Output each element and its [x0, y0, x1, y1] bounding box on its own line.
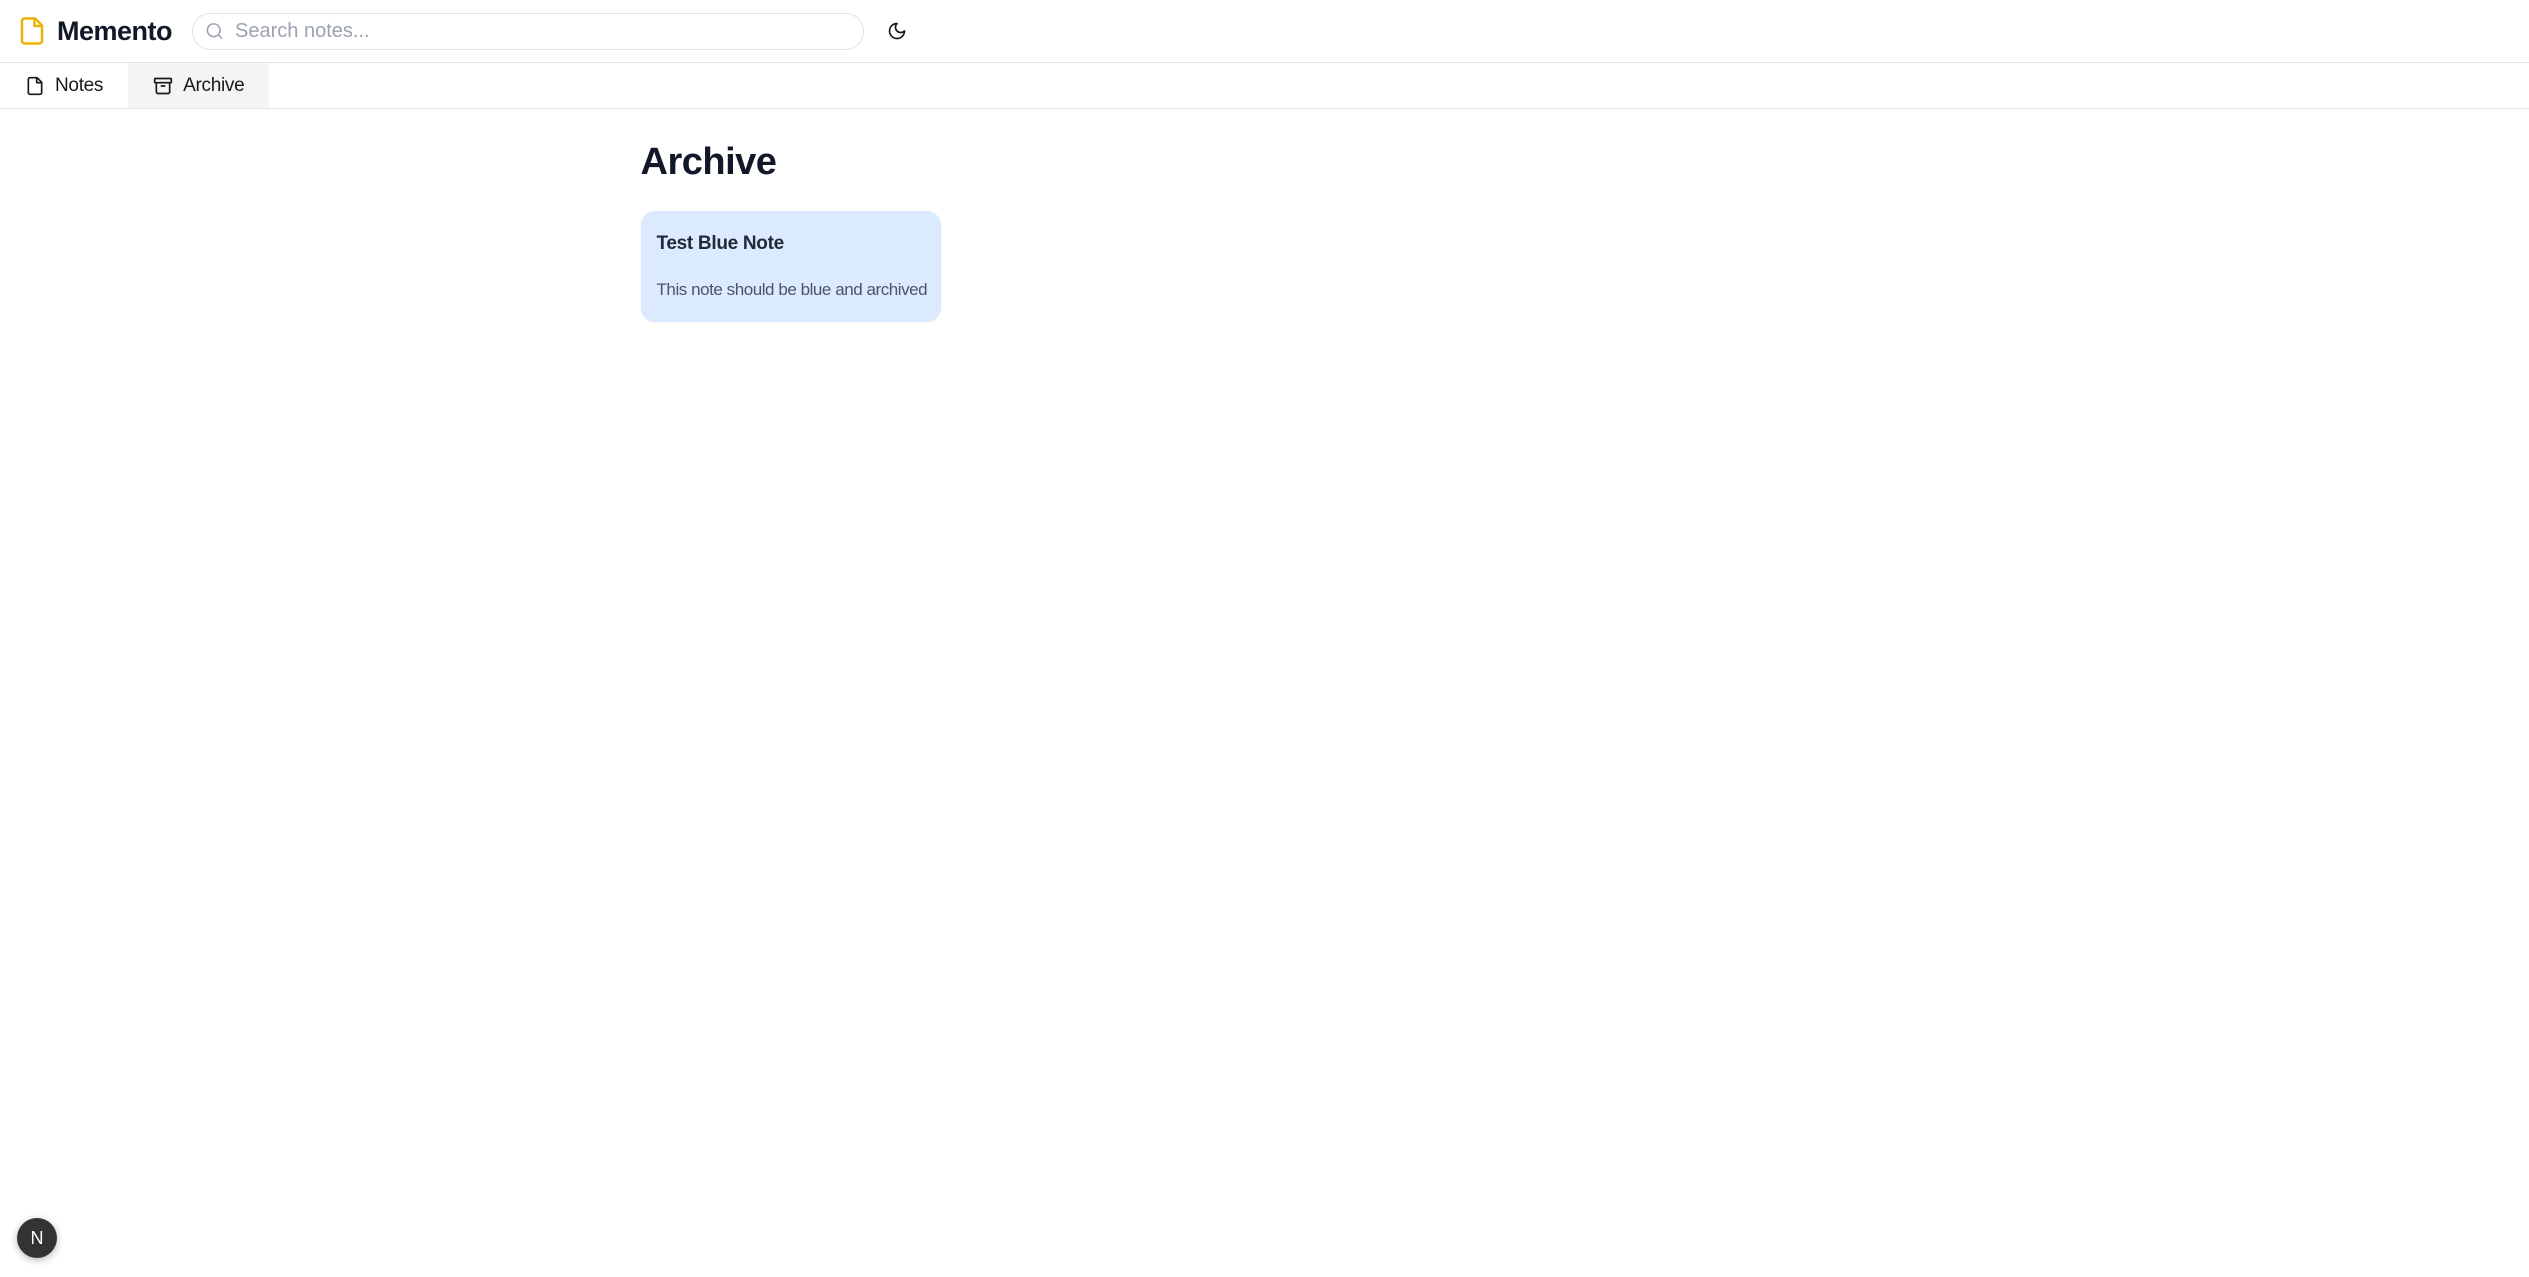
search-input[interactable] — [192, 13, 864, 50]
tab-notes[interactable]: Notes — [0, 63, 128, 108]
tab-notes-label: Notes — [55, 75, 103, 97]
file-icon — [25, 76, 45, 96]
notes-grid: Test Blue Note This note should be blue … — [641, 211, 1889, 322]
archive-page: Archive Test Blue Note This note should … — [641, 109, 1889, 322]
note-card[interactable]: Test Blue Note This note should be blue … — [641, 211, 941, 322]
avatar-initial: N — [31, 1228, 44, 1249]
app-header: Memento — [0, 0, 2529, 63]
theme-toggle-button[interactable] — [878, 12, 916, 50]
tab-archive-label: Archive — [183, 75, 244, 97]
note-title: Test Blue Note — [657, 232, 926, 256]
user-avatar-button[interactable]: N — [17, 1218, 57, 1258]
moon-icon — [887, 21, 907, 41]
search-bar — [192, 13, 864, 50]
app-logo-file-icon — [17, 16, 47, 46]
page-title: Archive — [641, 139, 1889, 185]
view-tabs: Notes Archive — [0, 63, 2529, 109]
tab-archive[interactable]: Archive — [128, 63, 269, 108]
archive-icon — [153, 76, 173, 96]
note-body: This note should be blue and archived — [657, 279, 926, 301]
app-title: Memento — [57, 16, 172, 47]
